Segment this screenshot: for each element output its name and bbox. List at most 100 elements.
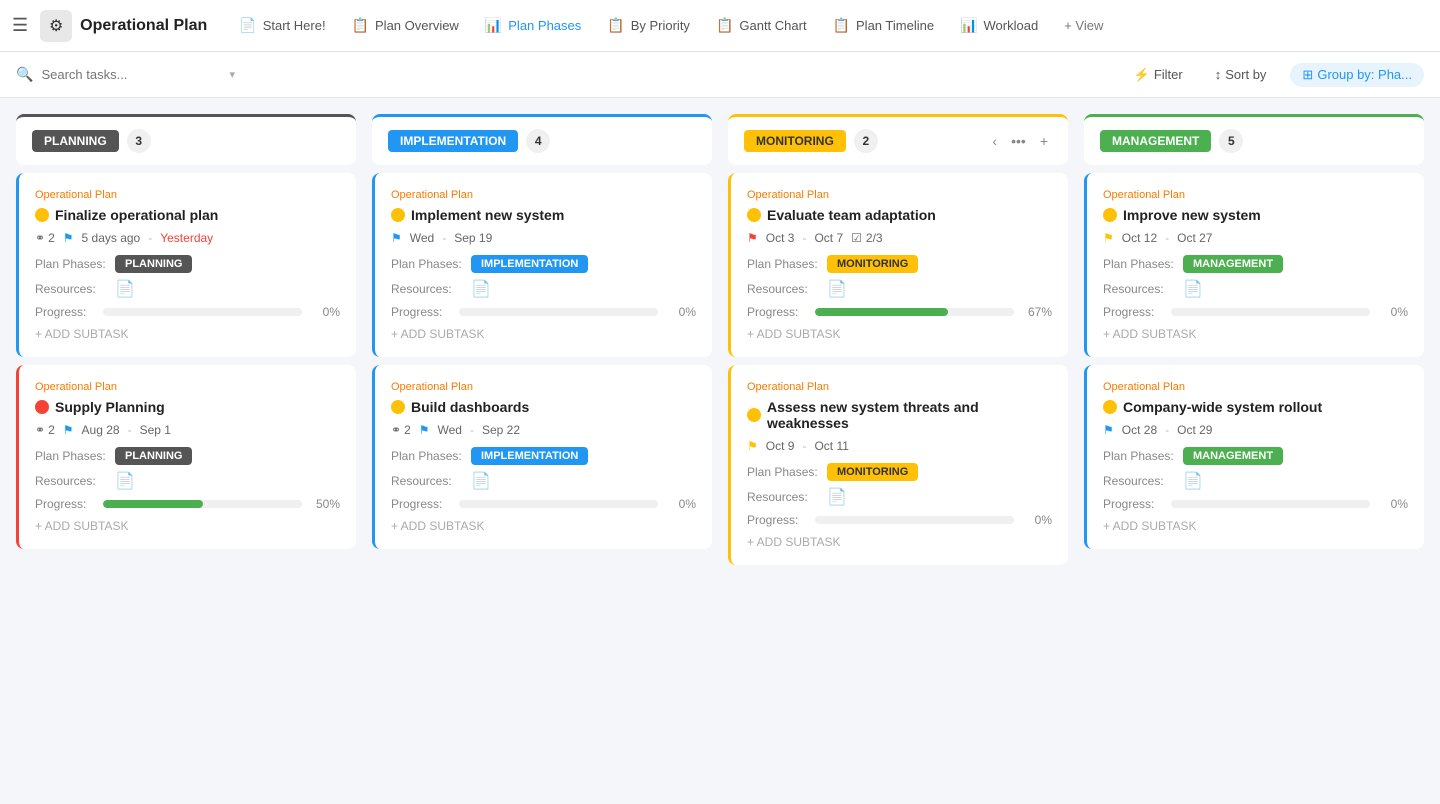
card-build-dashboards[interactable]: Operational Plan Build dashboards ⚭ 2 ⚑ …	[372, 365, 712, 549]
progress-label: Progress:	[1103, 497, 1163, 511]
status-dot-yellow	[391, 208, 405, 222]
add-action[interactable]: +	[1036, 131, 1052, 151]
card-title: Improve new system	[1103, 207, 1408, 223]
phase-badge: PLANNING	[115, 255, 192, 273]
phase-label: Plan Phases:	[35, 449, 115, 463]
progress-row: Progress: 50%	[35, 497, 340, 511]
sort-button[interactable]: ↕ Sort by	[1207, 63, 1275, 86]
tab-by-priority[interactable]: 📋 By Priority	[595, 11, 702, 40]
phase-label: Plan Phases:	[747, 465, 827, 479]
add-subtask-button[interactable]: + ADD SUBTASK	[35, 519, 340, 533]
flag-icon: ⚑	[63, 423, 74, 437]
add-subtask-button[interactable]: + ADD SUBTASK	[391, 327, 696, 341]
hamburger-menu[interactable]: ☰	[12, 15, 28, 36]
plan-overview-icon: 📋	[352, 17, 369, 34]
by-priority-icon: 📋	[607, 17, 624, 34]
tab-plan-timeline[interactable]: 📋 Plan Timeline	[821, 11, 946, 40]
search-icon: 🔍	[16, 66, 33, 83]
filter-button[interactable]: ⚡ Filter	[1126, 63, 1191, 87]
resources-icon[interactable]: 📄	[115, 279, 135, 299]
progress-label: Progress:	[35, 305, 95, 319]
date-end: Oct 11	[814, 439, 848, 453]
resources-icon[interactable]: 📄	[1183, 471, 1203, 491]
resources-icon[interactable]: 📄	[471, 279, 491, 299]
card-improve-new-system[interactable]: Operational Plan Improve new system ⚑ Oc…	[1084, 173, 1424, 357]
tab-start-here[interactable]: 📄 Start Here!	[227, 11, 337, 40]
monitoring-badge: MONITORING	[744, 130, 846, 152]
progress-label: Progress:	[747, 305, 807, 319]
resources-field: Resources: 📄	[35, 279, 340, 299]
resources-icon[interactable]: 📄	[115, 471, 135, 491]
resources-label: Resources:	[1103, 474, 1183, 488]
plan-timeline-icon: 📋	[833, 17, 850, 34]
tab-plan-overview[interactable]: 📋 Plan Overview	[340, 11, 471, 40]
date-end: Sep 22	[482, 423, 520, 437]
add-subtask-button[interactable]: + ADD SUBTASK	[391, 519, 696, 533]
resources-field: Resources: 📄	[391, 279, 696, 299]
more-action[interactable]: •••	[1007, 131, 1030, 151]
card-title: Assess new system threats and weaknesses	[747, 399, 1052, 431]
date-start: Oct 3	[766, 231, 795, 245]
tab-gantt-chart[interactable]: 📋 Gantt Chart	[704, 11, 819, 40]
card-project: Operational Plan	[35, 189, 340, 201]
resources-icon[interactable]: 📄	[827, 279, 847, 299]
add-subtask-button[interactable]: + ADD SUBTASK	[1103, 327, 1408, 341]
add-subtask-button[interactable]: + ADD SUBTASK	[747, 327, 1052, 341]
column-monitoring: MONITORING 2 ‹ ••• + Operational Plan Ev…	[728, 114, 1068, 565]
resources-icon[interactable]: 📄	[827, 487, 847, 507]
implementation-count: 4	[526, 129, 550, 153]
card-supply-planning[interactable]: Operational Plan Supply Planning ⚭ 2 ⚑ A…	[16, 365, 356, 549]
phase-field: Plan Phases: MANAGEMENT	[1103, 447, 1408, 465]
card-meta: ⚭ 2 ⚑ 5 days ago - Yesterday	[35, 231, 340, 245]
progress-bar-wrap	[103, 308, 302, 316]
tab-plan-phases[interactable]: 📊 Plan Phases	[473, 11, 593, 40]
group-button[interactable]: ⊞ Group by: Pha...	[1290, 63, 1424, 87]
card-implement-new-system[interactable]: Operational Plan Implement new system ⚑ …	[372, 173, 712, 357]
column-header-planning: PLANNING 3	[16, 114, 356, 165]
status-dot-yellow	[747, 408, 761, 422]
card-finalize-operational-plan[interactable]: Operational Plan Finalize operational pl…	[16, 173, 356, 357]
subtasks-count: ⚭ 2	[391, 423, 411, 437]
progress-pct: 0%	[666, 497, 696, 511]
resources-icon[interactable]: 📄	[471, 471, 491, 491]
prev-action[interactable]: ‹	[988, 131, 1001, 151]
card-assess-threats[interactable]: Operational Plan Assess new system threa…	[728, 365, 1068, 565]
add-subtask-button[interactable]: + ADD SUBTASK	[747, 535, 1052, 549]
phase-label: Plan Phases:	[747, 257, 827, 271]
status-dot-red	[35, 400, 49, 414]
add-subtask-button[interactable]: + ADD SUBTASK	[35, 327, 340, 341]
card-meta: ⚑ Oct 28 - Oct 29	[1103, 423, 1408, 437]
resources-field: Resources: 📄	[747, 487, 1052, 507]
progress-bar-wrap	[459, 308, 658, 316]
subtask-icon: ⚭	[35, 231, 45, 245]
flag-icon: ⚑	[391, 231, 402, 245]
resources-label: Resources:	[1103, 282, 1183, 296]
phase-field: Plan Phases: MONITORING	[747, 255, 1052, 273]
card-project: Operational Plan	[747, 189, 1052, 201]
flag-icon: ⚑	[747, 439, 758, 453]
phase-field: Plan Phases: PLANNING	[35, 255, 340, 273]
progress-row: Progress: 0%	[35, 305, 340, 319]
planning-badge: PLANNING	[32, 130, 119, 152]
phase-field: Plan Phases: MANAGEMENT	[1103, 255, 1408, 273]
progress-bar-wrap	[815, 308, 1014, 316]
start-here-icon: 📄	[239, 17, 256, 34]
card-meta: ⚑ Oct 3 - Oct 7 ☑ 2/3	[747, 231, 1052, 245]
search-bar: 🔍 ▾ ⚡ Filter ↕ Sort by ⊞ Group by: Pha..…	[0, 52, 1440, 98]
tab-workload[interactable]: 📊 Workload	[948, 11, 1050, 40]
progress-pct: 0%	[666, 305, 696, 319]
gantt-chart-icon: 📋	[716, 17, 733, 34]
search-input[interactable]	[41, 67, 221, 82]
card-company-wide-rollout[interactable]: Operational Plan Company-wide system rol…	[1084, 365, 1424, 549]
date-start: Oct 28	[1122, 423, 1157, 437]
card-evaluate-team-adaptation[interactable]: Operational Plan Evaluate team adaptatio…	[728, 173, 1068, 357]
progress-pct: 50%	[310, 497, 340, 511]
add-subtask-button[interactable]: + ADD SUBTASK	[1103, 519, 1408, 533]
resources-label: Resources:	[35, 282, 115, 296]
card-title: Company-wide system rollout	[1103, 399, 1408, 415]
progress-label: Progress:	[747, 513, 807, 527]
add-view-button[interactable]: + View	[1054, 12, 1113, 39]
resources-icon[interactable]: 📄	[1183, 279, 1203, 299]
kanban-board: PLANNING 3 Operational Plan Finalize ope…	[0, 98, 1440, 804]
column-management: MANAGEMENT 5 Operational Plan Improve ne…	[1084, 114, 1424, 549]
